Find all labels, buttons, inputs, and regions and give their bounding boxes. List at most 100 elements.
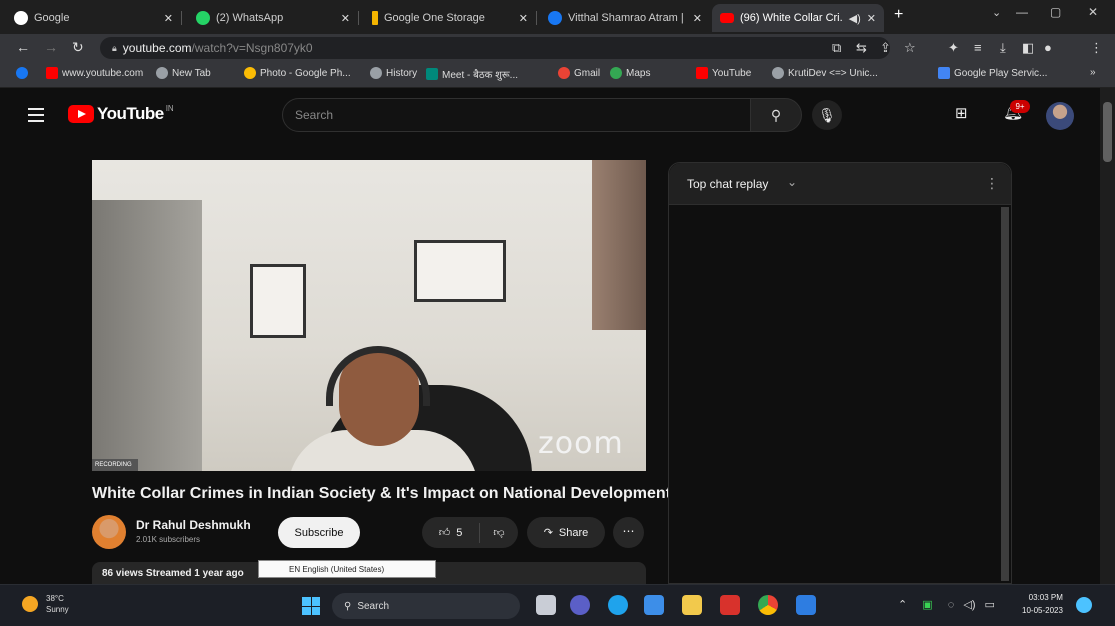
account-avatar[interactable] — [1046, 102, 1074, 130]
facebook-icon — [548, 11, 562, 25]
channel-name[interactable]: Dr Rahul Deshmukh — [136, 518, 251, 532]
taskbar-app-wps[interactable] — [720, 595, 740, 615]
bookmark-item[interactable]: New Tab — [156, 67, 211, 79]
notification-center-icon[interactable] — [1076, 597, 1092, 613]
tab-youtube-active[interactable]: (96) White Collar Cri... ◀) ✕ — [712, 4, 884, 32]
scrollbar-thumb[interactable] — [1103, 102, 1112, 162]
taskbar-app-explorer[interactable] — [682, 595, 702, 615]
close-icon[interactable]: ✕ — [341, 12, 350, 25]
system-tray[interactable]: ⌃ ▣ ◌ ◁) ▭ — [898, 598, 995, 611]
close-icon[interactable]: ✕ — [519, 12, 528, 25]
more-bookmarks-icon[interactable]: » — [1090, 67, 1096, 78]
share-page-icon[interactable]: ⇪ — [880, 40, 891, 56]
tab-search-icon[interactable]: ⌄ — [992, 6, 1001, 19]
tray-app-icon[interactable]: ▣ — [922, 599, 932, 611]
pin-icon[interactable]: ✦ — [948, 40, 959, 56]
window-close-icon[interactable]: ✕ — [1088, 5, 1098, 19]
audio-icon[interactable]: ◀) — [849, 12, 861, 25]
page-scrollbar[interactable] — [1100, 88, 1115, 584]
youtube-icon — [720, 13, 734, 23]
taskbar-app-store[interactable] — [644, 595, 664, 615]
youtube-logo[interactable]: YouTube IN — [68, 104, 174, 124]
volume-icon[interactable]: ◁) — [963, 599, 975, 611]
chat-menu-icon[interactable]: ⋮ — [985, 175, 999, 192]
live-chat-panel: Top chat replay ⌄ ⋮ — [668, 162, 1012, 584]
bookmark-item[interactable]: Gmail — [558, 67, 600, 79]
facebook-bookmark-icon[interactable] — [16, 67, 32, 79]
tab-google-one[interactable]: Google One Storage ✕ — [364, 4, 537, 32]
tab-whatsapp[interactable]: (2) WhatsApp ✕ — [188, 4, 359, 32]
bookmark-item[interactable]: History — [370, 67, 417, 79]
mic-icon: 🎙︎ — [818, 106, 836, 123]
taskbar-search[interactable]: ⚲ Search — [332, 593, 520, 619]
notification-badge: 9+ — [1010, 100, 1030, 113]
taskbar-app-file-manager[interactable] — [536, 595, 556, 615]
wifi-icon[interactable]: ◌ — [948, 599, 955, 611]
clock[interactable]: 03:03 PM 10-05-2023 — [1022, 591, 1063, 617]
more-actions-button[interactable]: ⋯ — [613, 517, 644, 548]
tab-facebook[interactable]: Vitthal Shamrao Atram | ... ✕ — [540, 4, 710, 32]
translate-icon[interactable]: ⇆ — [856, 40, 867, 56]
new-tab-button[interactable]: + — [894, 6, 903, 24]
address-bar[interactable]: 🔒︎ youtube.com/watch?v=Nsgn807yk0 — [100, 37, 890, 59]
view-count-meta: 86 views Streamed 1 year ago — [102, 568, 244, 579]
taskbar-app-chrome[interactable] — [758, 595, 778, 615]
sun-icon — [22, 596, 38, 612]
channel-avatar[interactable] — [92, 515, 126, 549]
close-icon[interactable]: ✕ — [693, 12, 702, 25]
battery-icon[interactable]: ▭ — [985, 599, 995, 611]
back-icon[interactable]: ← — [16, 39, 30, 55]
search-icon: ⚲ — [770, 106, 782, 123]
video-title: White Collar Crimes in Indian Society & … — [92, 485, 672, 502]
screenshot-icon[interactable]: ⧉ — [832, 40, 841, 56]
bookmark-star-icon[interactable]: ☆ — [904, 40, 916, 56]
bookmark-item[interactable]: KrutiDev <=> Unic... — [772, 67, 878, 79]
whatsapp-icon — [196, 11, 210, 25]
bookmark-item[interactable]: Google Play Servic... — [938, 67, 1047, 79]
bookmark-item[interactable]: YouTube — [696, 67, 751, 79]
gmail-icon — [558, 67, 570, 79]
close-icon[interactable]: ✕ — [164, 12, 173, 25]
windows-taskbar: 38°C Sunny ⚲ Search ⌃ ▣ ◌ ◁) ▭ 03:03 PM 1… — [0, 584, 1115, 626]
kebab-menu-icon[interactable]: ⋮ — [1090, 40, 1103, 56]
weather-widget[interactable]: 38°C Sunny — [22, 593, 69, 615]
like-button[interactable]: 👍︎ 5 — [422, 522, 480, 543]
video-player[interactable]: zoom RECORDING — [92, 160, 646, 471]
search-input[interactable]: Search — [282, 98, 752, 132]
search-button[interactable]: ⚲ — [750, 98, 802, 132]
bookmark-item[interactable]: Meet - बैठक शुरू... — [426, 67, 518, 81]
tab-google[interactable]: Google ✕ — [6, 4, 182, 32]
play-services-icon — [938, 67, 950, 79]
start-button[interactable] — [302, 597, 320, 615]
create-video-icon[interactable]: ⊞ — [955, 104, 968, 122]
like-count: 5 — [456, 526, 463, 539]
chat-header: Top chat replay ⌄ ⋮ — [669, 163, 1011, 205]
subscribe-button[interactable]: Subscribe — [278, 517, 360, 548]
chevron-down-icon[interactable]: ⌄ — [787, 175, 797, 189]
restore-icon[interactable]: ▢ — [1050, 5, 1061, 19]
download-icon[interactable]: ⤓ — [1000, 40, 1006, 56]
taskbar-app-photos[interactable] — [796, 595, 816, 615]
sidepanel-icon[interactable]: ◧ — [1022, 40, 1034, 56]
minimize-icon[interactable]: — — [1016, 5, 1028, 19]
zoom-watermark: zoom — [538, 426, 624, 461]
chat-scrollbar[interactable] — [1001, 207, 1009, 581]
media-icon[interactable]: ≡ — [974, 40, 982, 55]
share-button[interactable]: ↷ Share — [527, 517, 605, 548]
taskbar-app-edge[interactable] — [608, 595, 628, 615]
chat-mode-dropdown[interactable]: Top chat replay — [687, 177, 768, 191]
taskbar-app-chat[interactable] — [570, 595, 590, 615]
reload-icon[interactable]: ↻ — [72, 39, 84, 56]
profile-icon[interactable]: ● — [1044, 40, 1052, 55]
forward-icon[interactable]: → — [44, 39, 58, 55]
photos-icon — [244, 67, 256, 79]
chevron-up-icon[interactable]: ⌃ — [898, 599, 907, 611]
hamburger-menu-icon[interactable] — [28, 108, 44, 122]
voice-search-button[interactable]: 🎙︎ — [812, 100, 842, 130]
bookmark-item[interactable]: www.youtube.com — [46, 67, 143, 79]
google-one-icon — [372, 11, 378, 25]
bookmark-item[interactable]: Maps — [610, 67, 650, 79]
dislike-button[interactable]: 👎︎ — [480, 526, 518, 539]
close-icon[interactable]: ✕ — [867, 12, 876, 25]
bookmark-item[interactable]: Photo - Google Ph... — [244, 67, 351, 79]
